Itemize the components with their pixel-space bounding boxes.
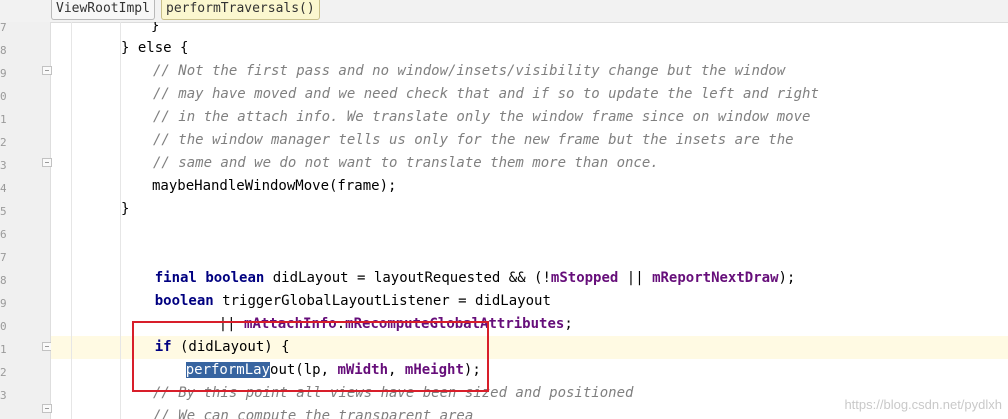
code-comment: // same and we do not want to translate … bbox=[153, 155, 659, 171]
code-text: || bbox=[618, 270, 653, 286]
line-number: 7 bbox=[0, 21, 6, 34]
line-number: 9 bbox=[0, 67, 6, 80]
code-line: } else { bbox=[121, 40, 189, 56]
breadcrumb-item-method[interactable]: performTraversals() bbox=[161, 0, 320, 20]
code-line: } bbox=[121, 201, 130, 217]
line-number: 6 bbox=[0, 228, 6, 241]
line-number: 5 bbox=[0, 205, 6, 218]
line-number-gutter[interactable]: 7 8 9 0 1 2 3 4 5 6 7 8 9 0 1 2 3 bbox=[0, 21, 52, 419]
code-line-recompute: || mAttachInfo.mRecomputeGlobalAttribute… bbox=[185, 290, 573, 332]
line-number: 8 bbox=[0, 274, 6, 287]
line-number: 2 bbox=[0, 136, 6, 149]
code-comment: // in the attach info. We translate only… bbox=[153, 109, 811, 125]
line-number: 7 bbox=[0, 251, 6, 264]
line-number: 0 bbox=[0, 90, 6, 103]
code-comment: // may have moved and we need check that… bbox=[153, 86, 819, 102]
line-number: 3 bbox=[0, 389, 6, 402]
watermark: https://blog.csdn.net/pydlxh bbox=[844, 397, 1002, 412]
code-comment: // We can compute the transparent area bbox=[153, 408, 474, 419]
code-text: ; bbox=[564, 316, 573, 332]
line-number: 0 bbox=[0, 320, 6, 333]
code-line: maybeHandleWindowMove(frame); bbox=[152, 178, 397, 194]
breadcrumb: ViewRootImpl performTraversals() bbox=[0, 0, 1008, 23]
code-text: ); bbox=[778, 270, 796, 286]
line-number: 2 bbox=[0, 366, 6, 379]
field-name: mStopped bbox=[550, 270, 619, 286]
line-number: 8 bbox=[0, 44, 6, 57]
line-number: 9 bbox=[0, 297, 6, 310]
line-number: 1 bbox=[0, 343, 6, 356]
indent-guide bbox=[71, 22, 72, 419]
line-number: 1 bbox=[0, 113, 6, 126]
code-line: } bbox=[151, 22, 160, 34]
line-number: 4 bbox=[0, 182, 6, 195]
code-comment: // the window manager tells us only for … bbox=[153, 132, 794, 148]
code-line-did-layout: final boolean didLayout = layoutRequeste… bbox=[121, 244, 796, 286]
annotation-box bbox=[132, 321, 489, 392]
code-comment: // Not the first pass and no window/inse… bbox=[153, 63, 786, 79]
code-line-trigger: boolean triggerGlobalLayoutListener = di… bbox=[121, 267, 551, 309]
line-number: 3 bbox=[0, 159, 6, 172]
field-name: mReportNextDraw bbox=[652, 270, 779, 286]
breadcrumb-item-class[interactable]: ViewRootImpl bbox=[51, 0, 155, 20]
